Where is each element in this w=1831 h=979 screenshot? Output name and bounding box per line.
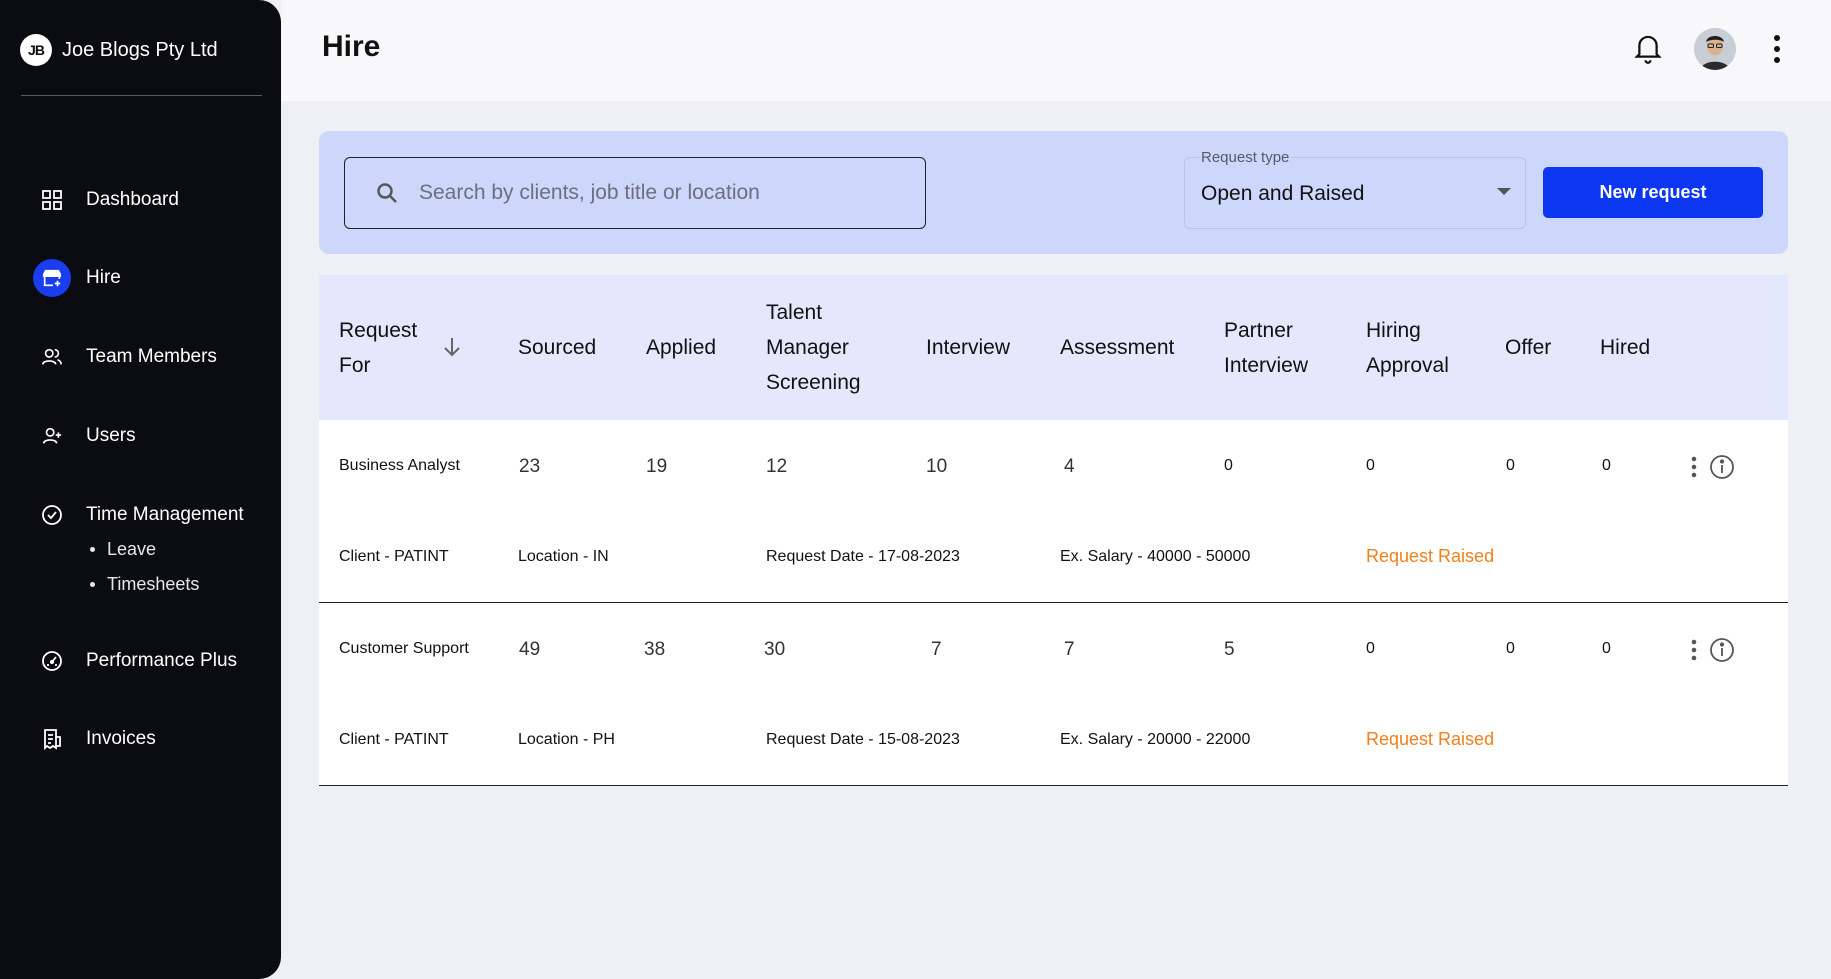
team-icon bbox=[33, 338, 71, 376]
sidebar-item-team-members[interactable]: Team Members bbox=[35, 338, 217, 376]
column-header-request-for[interactable]: Request For bbox=[339, 275, 439, 420]
dropdown-caret-icon bbox=[1497, 188, 1511, 195]
column-header-interview: Interview bbox=[926, 336, 1011, 359]
sidebar-subitem-leave[interactable]: Leave bbox=[90, 532, 199, 567]
status-badge: Request Raised bbox=[1366, 546, 1495, 566]
column-header-offer: Offer bbox=[1505, 336, 1552, 359]
location-cell: Location - PH bbox=[518, 731, 615, 748]
sidebar-item-users[interactable]: Users bbox=[35, 417, 136, 455]
sidebar-item-label: Time Management bbox=[86, 504, 244, 525]
sidebar-divider bbox=[21, 95, 262, 96]
sidebar-item-time-management[interactable]: Time Management bbox=[35, 496, 244, 534]
assessment-cell: 4 bbox=[1064, 456, 1075, 477]
brand[interactable]: JB Joe Blogs Pty Ltd bbox=[20, 34, 218, 66]
sidebar-item-label: Hire bbox=[86, 267, 121, 288]
bullet-icon bbox=[90, 582, 95, 587]
request-date-cell: Request Date - 17-08-2023 bbox=[766, 548, 960, 565]
dashboard-grid-icon bbox=[33, 181, 71, 219]
sidebar: JB Joe Blogs Pty Ltd Dashboard Hire Team… bbox=[0, 0, 281, 979]
filter-bar: Request type Open and Raised New request bbox=[319, 131, 1788, 254]
partner-interview-cell: 0 bbox=[1224, 457, 1233, 474]
user-add-icon bbox=[33, 417, 71, 455]
request-type-select[interactable]: Request type Open and Raised bbox=[1184, 149, 1526, 229]
sort-arrow-down-icon[interactable] bbox=[441, 335, 463, 364]
column-header-hired: Hired bbox=[1600, 336, 1651, 359]
table-row[interactable]: Customer Support 49 38 30 7 7 5 0 0 0 Cl… bbox=[319, 603, 1788, 786]
row-more-vertical-icon[interactable] bbox=[1691, 456, 1697, 478]
notification-bell-icon[interactable] bbox=[1633, 32, 1663, 69]
hired-cell: 0 bbox=[1602, 640, 1611, 657]
sidebar-item-label: Performance Plus bbox=[86, 650, 238, 671]
request-type-value: Open and Raised bbox=[1201, 182, 1365, 205]
row-actions bbox=[1691, 454, 1735, 480]
hiring-approval-cell: 0 bbox=[1366, 457, 1375, 474]
salary-cell: Ex. Salary - 20000 - 22000 bbox=[1060, 731, 1251, 748]
row-more-vertical-icon[interactable] bbox=[1691, 639, 1697, 661]
new-request-button[interactable]: New request bbox=[1543, 167, 1763, 218]
sidebar-item-label: Users bbox=[86, 425, 136, 446]
applied-cell: 19 bbox=[646, 456, 668, 477]
sidebar-item-label: Team Members bbox=[86, 346, 217, 367]
sidebar-subitem-timesheets[interactable]: Timesheets bbox=[90, 567, 199, 602]
more-vertical-icon[interactable] bbox=[1773, 34, 1781, 69]
assessment-cell: 7 bbox=[1064, 639, 1075, 660]
request-type-label: Request type bbox=[1199, 149, 1292, 166]
brand-logo: JB bbox=[20, 34, 52, 66]
time-management-submenu: Leave Timesheets bbox=[90, 532, 199, 602]
sourced-cell: 23 bbox=[519, 456, 541, 477]
sidebar-item-dashboard[interactable]: Dashboard bbox=[35, 181, 179, 219]
hired-cell: 0 bbox=[1602, 457, 1611, 474]
column-header-applied: Applied bbox=[646, 336, 717, 359]
interview-cell: 7 bbox=[931, 639, 942, 660]
interview-cell: 10 bbox=[926, 456, 948, 477]
search-box[interactable] bbox=[344, 157, 926, 229]
client-cell: Client - PATINT bbox=[339, 731, 449, 748]
invoice-icon bbox=[33, 720, 71, 758]
requests-table: Request For Sourced Applied Talent Manag… bbox=[319, 275, 1788, 786]
screening-cell: 12 bbox=[766, 456, 788, 477]
salary-cell: Ex. Salary - 40000 - 50000 bbox=[1060, 548, 1251, 565]
search-icon bbox=[375, 181, 399, 205]
hiring-approval-cell: 0 bbox=[1366, 640, 1375, 657]
sidebar-item-invoices[interactable]: Invoices bbox=[35, 720, 156, 758]
column-header-hiring-approval: Hiring Approval bbox=[1366, 318, 1449, 377]
offer-cell: 0 bbox=[1506, 457, 1515, 474]
column-header-screening: Talent Manager Screening bbox=[766, 301, 861, 394]
request-date-cell: Request Date - 15-08-2023 bbox=[766, 731, 960, 748]
column-header-partner-interview: Partner Interview bbox=[1224, 318, 1309, 377]
location-cell: Location - IN bbox=[518, 548, 609, 565]
bullet-icon bbox=[90, 547, 95, 552]
sidebar-subitem-label: Timesheets bbox=[107, 574, 200, 594]
user-avatar[interactable] bbox=[1694, 28, 1736, 70]
table-header: Request For Sourced Applied Talent Manag… bbox=[319, 275, 1788, 420]
row-actions bbox=[1691, 637, 1735, 663]
offer-cell: 0 bbox=[1506, 640, 1515, 657]
info-icon[interactable] bbox=[1709, 454, 1735, 480]
sidebar-item-hire[interactable]: Hire bbox=[33, 259, 121, 297]
screening-cell: 30 bbox=[764, 639, 786, 660]
sidebar-item-label: Dashboard bbox=[86, 189, 179, 210]
page-title: Hire bbox=[322, 30, 381, 63]
top-header: Hire bbox=[281, 0, 1831, 101]
client-cell: Client - PATINT bbox=[339, 548, 449, 565]
info-icon[interactable] bbox=[1709, 637, 1735, 663]
sidebar-subitem-label: Leave bbox=[107, 539, 157, 559]
brand-name: Joe Blogs Pty Ltd bbox=[62, 38, 218, 61]
sidebar-item-label: Invoices bbox=[86, 728, 156, 749]
sidebar-item-performance-plus[interactable]: Performance Plus bbox=[35, 642, 237, 680]
column-header-assessment: Assessment bbox=[1060, 336, 1175, 359]
sourced-cell: 49 bbox=[519, 639, 541, 660]
partner-interview-cell: 5 bbox=[1224, 639, 1235, 660]
request-for-cell: Business Analyst bbox=[339, 457, 460, 474]
store-add-icon bbox=[33, 259, 71, 297]
table-row[interactable]: Business Analyst 23 19 12 10 4 0 0 0 0 C… bbox=[319, 420, 1788, 603]
applied-cell: 38 bbox=[644, 639, 666, 660]
check-circle-icon bbox=[33, 496, 71, 534]
gauge-icon bbox=[33, 642, 71, 680]
search-input[interactable] bbox=[419, 181, 889, 205]
column-header-sourced: Sourced bbox=[518, 336, 597, 359]
request-for-cell: Customer Support bbox=[339, 640, 469, 657]
status-badge: Request Raised bbox=[1366, 729, 1495, 749]
